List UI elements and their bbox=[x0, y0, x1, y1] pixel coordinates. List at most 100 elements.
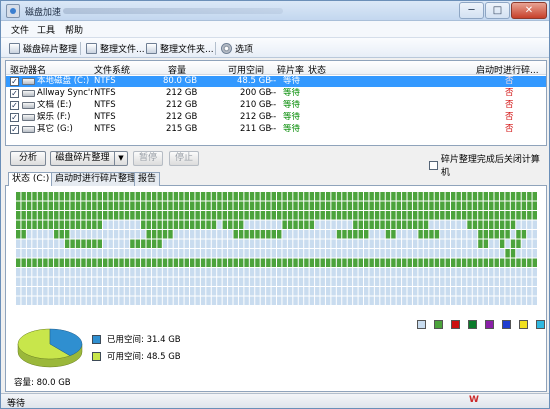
drive-row[interactable]: ✓ 娱乐 (F:) NTFS 212 GB 212 GB -- 等待 否 bbox=[6, 112, 546, 123]
free-cluster bbox=[190, 287, 195, 296]
free-cluster bbox=[364, 268, 369, 277]
free-cluster bbox=[364, 296, 369, 305]
drive-capacity: 212 GB bbox=[166, 88, 198, 98]
used-cluster bbox=[358, 220, 363, 229]
drive-row[interactable]: ✓ 文档 (E:) NTFS 212 GB 210 GB -- 等待 否 bbox=[6, 100, 546, 111]
free-cluster bbox=[211, 287, 217, 296]
pause-button[interactable]: 暂停 bbox=[133, 151, 163, 166]
free-cluster bbox=[70, 277, 75, 286]
col-header-fs[interactable]: 文件系统 bbox=[94, 63, 130, 76]
title-bar[interactable]: 磁盘加速 ─ □ ✕ bbox=[1, 1, 549, 21]
used-cluster bbox=[304, 258, 309, 267]
used-cluster bbox=[217, 258, 222, 267]
drive-checkbox[interactable]: ✓ bbox=[10, 125, 19, 134]
free-cluster bbox=[206, 268, 211, 277]
minimize-button[interactable]: ─ bbox=[459, 2, 484, 19]
free-cluster bbox=[374, 230, 380, 239]
drive-startup: 否 bbox=[505, 112, 514, 122]
col-header-status[interactable]: 状态 bbox=[308, 63, 326, 76]
free-cluster bbox=[331, 268, 336, 277]
free-cluster bbox=[385, 296, 391, 305]
free-cluster bbox=[119, 249, 124, 258]
menu-tools[interactable]: 工具 bbox=[37, 23, 55, 36]
col-header-frag[interactable]: 碎片率 bbox=[277, 63, 304, 76]
free-cluster bbox=[516, 277, 521, 286]
drive-capacity: 212 GB bbox=[166, 100, 198, 110]
used-cluster bbox=[228, 192, 233, 201]
tab-boot-defrag[interactable]: 启动时进行碎片整理 bbox=[51, 172, 141, 186]
menu-help[interactable]: 帮助 bbox=[65, 23, 83, 36]
col-header-drive[interactable]: 驱动器名 bbox=[10, 63, 46, 76]
defrag-button[interactable]: 磁盘碎片整理 bbox=[50, 151, 115, 166]
free-cluster bbox=[358, 296, 363, 305]
stop-button[interactable]: 停止 bbox=[169, 151, 199, 166]
menu-file[interactable]: 文件 bbox=[11, 23, 29, 36]
free-cluster bbox=[157, 249, 162, 258]
free-cluster bbox=[21, 268, 26, 277]
free-cluster bbox=[331, 277, 336, 286]
tab-report[interactable]: 报告 bbox=[134, 172, 161, 186]
drive-row[interactable]: ✓ Allway Sync'n... NTFS 212 GB 200 GB --… bbox=[6, 88, 546, 99]
free-cluster bbox=[184, 277, 189, 286]
free-cluster bbox=[521, 287, 527, 296]
used-cluster bbox=[412, 211, 418, 220]
defrag-file-button[interactable]: 整理文件... bbox=[86, 42, 145, 55]
drive-frag: -- bbox=[270, 76, 277, 86]
used-cluster bbox=[489, 220, 494, 229]
used-cluster bbox=[81, 239, 86, 248]
free-cluster bbox=[434, 277, 440, 286]
shutdown-checkbox[interactable] bbox=[429, 160, 438, 170]
free-cluster bbox=[200, 287, 206, 296]
free-cluster bbox=[527, 277, 532, 286]
used-cluster bbox=[331, 211, 336, 220]
drive-checkbox[interactable]: ✓ bbox=[10, 77, 19, 86]
tab-status[interactable]: 状态 (C:) bbox=[8, 172, 54, 187]
free-cluster bbox=[407, 287, 412, 296]
chevron-down-icon[interactable]: ▼ bbox=[115, 151, 128, 166]
drive-row[interactable]: ✓ 其它 (G:) NTFS 215 GB 211 GB -- 等待 否 bbox=[6, 124, 546, 135]
used-cluster bbox=[266, 192, 271, 201]
free-cluster bbox=[304, 287, 309, 296]
used-cluster bbox=[478, 201, 483, 210]
free-cluster bbox=[336, 268, 342, 277]
col-header-capacity[interactable]: 容量 bbox=[168, 63, 186, 76]
free-cluster bbox=[342, 277, 347, 286]
free-cluster bbox=[190, 277, 195, 286]
drive-checkbox[interactable]: ✓ bbox=[10, 113, 19, 122]
free-cluster bbox=[478, 268, 483, 277]
free-cluster bbox=[467, 239, 472, 248]
used-cluster bbox=[499, 220, 505, 229]
defrag-tool-button[interactable]: 磁盘碎片整理 bbox=[9, 42, 77, 55]
used-cluster bbox=[277, 201, 282, 210]
free-cluster bbox=[59, 239, 64, 248]
used-cluster bbox=[391, 192, 396, 201]
analyze-button[interactable]: 分析 bbox=[10, 151, 46, 166]
free-cluster bbox=[222, 296, 228, 305]
drive-checkbox[interactable]: ✓ bbox=[10, 101, 19, 110]
free-cluster bbox=[434, 296, 440, 305]
used-cluster bbox=[440, 258, 445, 267]
drive-row[interactable]: ✓ 本地磁盘 (C:) NTFS 80.0 GB 48.5 GB -- 等待 否 bbox=[6, 76, 546, 87]
col-header-startup[interactable]: 启动时进行碎... bbox=[476, 63, 539, 76]
free-cluster bbox=[70, 249, 75, 258]
used-cluster bbox=[527, 201, 532, 210]
drive-list[interactable]: 驱动器名 文件系统 容量 可用空间 碎片率 状态 启动时进行碎... ✓ 本地磁… bbox=[5, 60, 547, 146]
free-cluster bbox=[402, 296, 407, 305]
legend-swatch bbox=[536, 320, 545, 329]
maximize-button[interactable]: □ bbox=[485, 2, 510, 19]
used-cluster bbox=[347, 211, 353, 220]
used-cluster bbox=[309, 192, 315, 201]
free-cluster bbox=[423, 268, 429, 277]
free-cluster bbox=[287, 239, 293, 248]
used-cluster bbox=[456, 211, 461, 220]
options-button[interactable]: 选项 bbox=[221, 42, 253, 55]
col-header-free[interactable]: 可用空间 bbox=[228, 63, 264, 76]
used-cluster bbox=[320, 258, 325, 267]
free-cluster bbox=[162, 268, 168, 277]
defrag-folder-button[interactable]: 整理文件夹... bbox=[146, 42, 214, 55]
window-title: 磁盘加速 bbox=[25, 8, 62, 18]
free-cluster bbox=[521, 268, 527, 277]
close-button[interactable]: ✕ bbox=[511, 2, 547, 19]
used-cluster bbox=[124, 211, 130, 220]
drive-checkbox[interactable]: ✓ bbox=[10, 89, 19, 98]
